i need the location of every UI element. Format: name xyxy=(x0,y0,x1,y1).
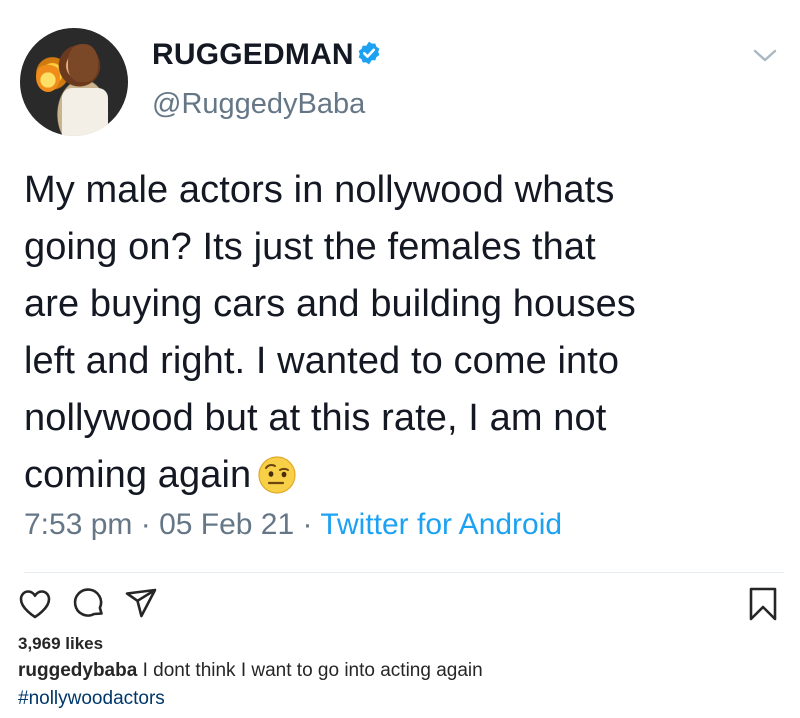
post-action-bar xyxy=(0,584,800,628)
tweet-text-line: coming again xyxy=(24,454,252,496)
chevron-down-icon[interactable] xyxy=(752,46,778,66)
hashtag-link[interactable]: #nollywoodactors xyxy=(18,688,165,710)
tweet-text-line: My male actors in nollywood whats xyxy=(24,169,615,211)
head-decoration xyxy=(68,44,98,82)
bookmark-icon[interactable] xyxy=(748,586,778,622)
tweet-text-line: going on? Its just the females that xyxy=(24,226,596,268)
avatar[interactable] xyxy=(20,28,128,136)
tweet-card: RUGGEDMAN @RuggedyBaba My male actors in… xyxy=(0,0,800,572)
tweet-text-line: are buying cars and building houses xyxy=(24,283,636,325)
heart-icon[interactable] xyxy=(18,588,52,620)
shirt-decoration xyxy=(62,88,108,136)
tweet-text-line-last: coming again xyxy=(24,447,784,504)
tweet-meta: 7:53 pm · 05 Feb 21 · Twitter for Androi… xyxy=(24,508,562,542)
user-handle[interactable]: @RuggedyBaba xyxy=(152,88,365,121)
comment-icon[interactable] xyxy=(72,586,106,620)
caption-text: I dont think I want to go into acting ag… xyxy=(142,660,483,681)
display-name[interactable]: RUGGEDMAN xyxy=(152,38,354,72)
tweet-text: My male actors in nollywood whats going … xyxy=(24,162,784,504)
tweet-date: 05 Feb 21 xyxy=(159,508,295,541)
share-icon[interactable] xyxy=(124,586,158,620)
divider xyxy=(24,572,784,573)
verified-badge-icon xyxy=(358,41,380,65)
flame-decoration xyxy=(36,62,60,92)
post-caption: ruggedybaba I dont think I want to go in… xyxy=(18,660,483,682)
caption-username[interactable]: ruggedybaba xyxy=(18,660,137,681)
tweet-text-line: left and right. I wanted to come into xyxy=(24,340,620,382)
likes-count[interactable]: 3,969 likes xyxy=(18,634,103,654)
raised-eyebrow-face-icon xyxy=(258,456,296,494)
tweet-time: 7:53 pm xyxy=(24,508,133,541)
tweet-source-link[interactable]: Twitter for Android xyxy=(320,508,562,541)
tweet-text-line: nollywood but at this rate, I am not xyxy=(24,397,607,439)
meta-separator: · xyxy=(294,508,321,541)
meta-separator: · xyxy=(132,508,160,541)
